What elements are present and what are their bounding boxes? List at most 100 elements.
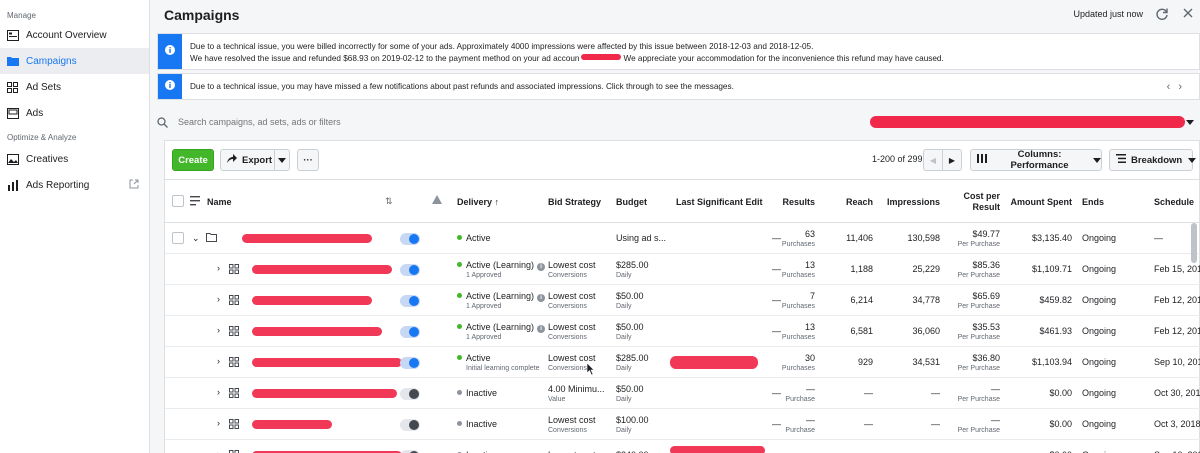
sidebar: Manage Account Overview Campaigns Ad Set… <box>0 0 150 453</box>
redaction-mark <box>670 446 765 453</box>
info-icon[interactable]: i <box>537 293 546 302</box>
export-button[interactable]: Export <box>220 149 290 171</box>
ad-set-row[interactable]: › Active Initial learning complete Lowes… <box>165 347 1200 378</box>
breakdown-label: Breakdown <box>1131 154 1183 166</box>
chevron-right-icon[interactable]: › <box>217 356 220 366</box>
column-reach[interactable]: Reach <box>825 180 873 224</box>
search-bar <box>150 109 1200 135</box>
column-schedule[interactable]: Schedule <box>1154 180 1200 224</box>
ad-set-row[interactable]: › Active (Learning) i 1 Approved Lowest c… <box>165 285 1200 316</box>
impressions-cell: — <box>931 388 940 398</box>
ad-set-row[interactable]: › Active (Learning) i 1 Approved Lowest c… <box>165 254 1200 285</box>
sidebar-item-ad-sets[interactable]: Ad Sets <box>0 74 149 100</box>
info-icon[interactable]: i <box>537 324 546 333</box>
schedule-cell: Feb 12, 201 <box>1154 295 1200 305</box>
column-delivery[interactable]: Delivery ↑ <box>457 180 537 224</box>
sidebar-item-ads-reporting[interactable]: Ads Reporting <box>0 172 149 198</box>
cost-per-result-cell: — Per Purchase <box>957 383 1000 403</box>
bid-strategy-cell: 4.00 Minimu... Value <box>548 383 605 403</box>
chevron-right-icon[interactable]: › <box>217 263 220 273</box>
campaign-row[interactable]: ⌄ Active Using ad s... — 63 Purchases 11… <box>165 223 1200 254</box>
sidebar-item-campaigns[interactable]: Campaigns <box>0 48 149 74</box>
columns-button[interactable]: Columns: Performance <box>970 149 1102 171</box>
budget-cell[interactable]: $50.00 Daily <box>616 378 674 409</box>
column-amount-spent[interactable]: Amount Spent <box>1005 180 1073 224</box>
notifications-notice[interactable]: Due to a technical issue, you may have m… <box>157 73 1200 100</box>
sort-icon[interactable]: ⇅ <box>385 196 393 207</box>
column-name[interactable]: Name <box>207 180 307 224</box>
results-cell: 63 Purchases <box>781 228 815 248</box>
redaction-mark <box>252 358 402 367</box>
export-icon <box>227 154 237 166</box>
chevron-right-icon[interactable]: › <box>217 418 220 428</box>
ad-set-row[interactable]: › Inactive Lowest cost $240.00 — — — — $0… <box>165 440 1200 453</box>
sidebar-item-account-overview[interactable]: Account Overview <box>0 22 149 48</box>
budget-cell[interactable]: $100.00 Daily <box>616 409 674 440</box>
chevron-down-icon[interactable] <box>278 158 286 163</box>
sidebar-item-ads[interactable]: Ads <box>0 100 149 126</box>
reach-cell: 6,214 <box>850 295 873 305</box>
column-impressions[interactable]: Impressions <box>879 180 940 224</box>
status-dot <box>457 390 462 395</box>
select-all-checkbox[interactable] <box>172 195 184 207</box>
column-budget[interactable]: Budget <box>616 180 666 224</box>
previous-page-button[interactable]: ◀ <box>923 149 943 171</box>
row-checkbox[interactable] <box>172 232 184 244</box>
breakdown-button[interactable]: Breakdown <box>1109 149 1197 171</box>
budget-cell[interactable]: $285.00 Daily <box>616 347 674 378</box>
delivery-cell: Inactive <box>457 440 547 453</box>
redaction-mark <box>252 327 382 336</box>
chevron-down-icon <box>1093 157 1101 163</box>
chevron-right-icon: ▶ <box>948 155 956 165</box>
results-cell: 7 Purchases <box>781 290 815 310</box>
budget-cell[interactable]: $240.00 <box>616 440 674 453</box>
redaction-mark <box>252 420 332 429</box>
ad-set-row[interactable]: › Inactive Lowest cost Conversions $100.… <box>165 409 1200 440</box>
delivery-toggle[interactable] <box>400 264 420 276</box>
delivery-toggle[interactable] <box>400 388 420 400</box>
ad-set-row[interactable]: › Inactive 4.00 Minimu... Value $50.00 D… <box>165 378 1200 409</box>
more-options-button[interactable]: ··· <box>297 149 319 171</box>
chevron-right-icon[interactable]: › <box>217 449 220 453</box>
create-button[interactable]: Create <box>172 149 214 171</box>
chevron-right-icon[interactable]: › <box>217 387 220 397</box>
chevron-down-icon[interactable] <box>1186 120 1194 125</box>
ad-sets-icon <box>7 81 19 93</box>
search-input[interactable] <box>178 117 778 127</box>
column-cost-per-result[interactable]: Cost per Result <box>945 180 1000 224</box>
search-icon <box>157 116 168 128</box>
budget-cell[interactable]: $285.00 Daily <box>616 254 674 285</box>
column-results[interactable]: Results <box>765 180 815 224</box>
chevron-right-icon[interactable]: › <box>217 325 220 335</box>
page-title: Campaigns <box>164 7 240 23</box>
delivery-cell: Active (Learning) i 1 Approved <box>457 254 547 285</box>
refresh-icon[interactable] <box>1155 7 1169 21</box>
column-ends[interactable]: Ends <box>1082 180 1122 224</box>
notice-pager-icon[interactable]: ‹› <box>1167 81 1190 93</box>
budget-cell[interactable]: $50.00 Daily <box>616 285 674 316</box>
delivery-toggle[interactable] <box>400 419 420 431</box>
info-icon[interactable]: i <box>537 262 546 271</box>
delivery-toggle[interactable] <box>400 326 420 338</box>
budget-cell[interactable]: $50.00 Daily <box>616 316 674 347</box>
column-settings-icon[interactable] <box>190 196 200 209</box>
delivery-toggle[interactable] <box>400 295 420 307</box>
budget-cell[interactable]: Using ad s... <box>616 223 674 254</box>
column-bid-strategy[interactable]: Bid Strategy <box>548 180 614 224</box>
sidebar-item-label: Ads <box>26 107 44 119</box>
external-link-icon[interactable] <box>129 179 139 189</box>
columns-label: Columns: Performance <box>1010 149 1069 171</box>
scrollbar[interactable] <box>1191 223 1197 263</box>
sidebar-item-creatives[interactable]: Creatives <box>0 146 149 172</box>
chevron-down-icon[interactable]: ⌄ <box>192 233 200 244</box>
chevron-right-icon[interactable]: › <box>217 294 220 304</box>
delivery-toggle[interactable] <box>400 233 420 245</box>
delivery-toggle[interactable] <box>400 357 420 369</box>
next-page-button[interactable]: ▶ <box>942 149 962 171</box>
delivery-cell: Inactive <box>457 378 547 409</box>
ad-set-row[interactable]: › Active (Learning) i 1 Approved Lowest c… <box>165 316 1200 347</box>
pagination-range: 1-200 of 299 <box>872 154 923 164</box>
reach-cell: — <box>825 440 873 453</box>
close-icon[interactable] <box>1182 7 1194 19</box>
bid-strategy-cell <box>548 223 614 254</box>
